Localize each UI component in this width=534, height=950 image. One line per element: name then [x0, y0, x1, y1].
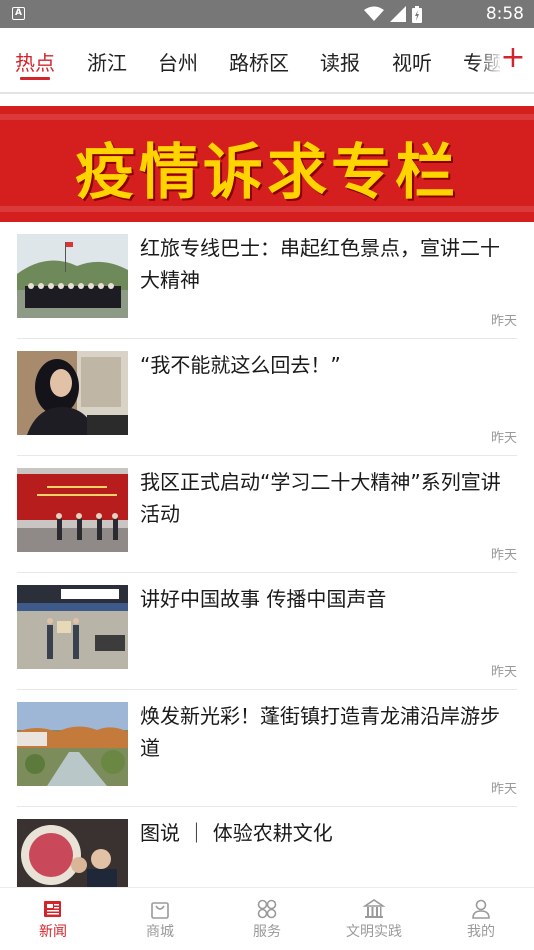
news-title: 图说 ｜ 体验农耕文化 [140, 821, 333, 845]
channel-tabs: 热点 浙江 台州 路桥区 读报 视听 专题 + [0, 28, 534, 94]
news-item[interactable]: “我不能就这么回去！” 昨天 [0, 339, 534, 456]
active-tab-indicator [20, 77, 50, 80]
tab-luqiao[interactable]: 路桥区 [229, 47, 289, 76]
tab-newspaper[interactable]: 读报 [320, 47, 360, 76]
tab-audio-video[interactable]: 视听 [392, 47, 432, 76]
nav-service[interactable]: 服务 [214, 888, 320, 950]
status-bar: A 8:58 [0, 0, 534, 28]
nav-label: 商城 [146, 924, 174, 940]
status-icons [364, 5, 422, 23]
battery-icon [412, 5, 422, 23]
add-channel-button[interactable]: + [500, 43, 526, 75]
bottom-navigation: 新闻 商城 服务 文明实践 我的 [0, 887, 534, 950]
news-item[interactable]: 我区正式启动“学习二十大精神”系列宣讲活动 昨天 [0, 456, 534, 573]
notification-icon: A [12, 7, 25, 20]
clock: 8:58 [485, 4, 524, 24]
news-time: 昨天 [490, 431, 517, 446]
news-title: “我不能就这么回去！” [140, 353, 341, 377]
news-thumbnail [17, 585, 128, 669]
news-thumbnail [17, 351, 128, 435]
person-icon [472, 899, 490, 919]
tab-taizhou[interactable]: 台州 [158, 47, 198, 76]
news-time: 昨天 [490, 314, 517, 329]
epidemic-banner[interactable]: 疫情诉求专栏 [0, 106, 534, 222]
news-item[interactable]: 红旅专线巴士：串起红色景点，宣讲二十大精神 昨天 [0, 222, 534, 339]
news-thumbnail [17, 234, 128, 318]
news-thumbnail [17, 468, 128, 552]
news-title: 红旅专线巴士：串起红色景点，宣讲二十大精神 [140, 236, 500, 292]
building-icon [363, 899, 385, 918]
news-item[interactable]: 焕发新光彩！蓬街镇打造青龙浦沿岸游步道 昨天 [0, 690, 534, 807]
news-time: 昨天 [490, 782, 517, 797]
nav-label: 服务 [253, 924, 281, 940]
news-title: 焕发新光彩！蓬街镇打造青龙浦沿岸游步道 [140, 704, 500, 760]
nav-label: 我的 [467, 924, 495, 940]
nav-label: 文明实践 [346, 924, 402, 940]
news-title: 讲好中国故事 传播中国声音 [140, 587, 387, 611]
nav-mine[interactable]: 我的 [428, 888, 534, 950]
newspaper-icon [44, 901, 61, 917]
shopping-bag-icon [151, 902, 169, 919]
news-item[interactable]: 讲好中国故事 传播中国声音 昨天 [0, 573, 534, 690]
nav-label: 新闻 [39, 924, 67, 940]
news-time: 昨天 [490, 548, 517, 563]
nav-mall[interactable]: 商城 [107, 888, 213, 950]
grid-circles-icon [257, 899, 277, 919]
banner-title: 疫情诉求专栏 [75, 138, 459, 208]
tab-hot[interactable]: 热点 [15, 47, 55, 76]
nav-civilization[interactable]: 文明实践 [321, 888, 427, 950]
nav-news[interactable]: 新闻 [0, 888, 106, 950]
tab-zhejiang[interactable]: 浙江 [87, 47, 127, 76]
wifi-icon [364, 6, 384, 21]
signal-icon [390, 6, 406, 22]
news-title: 我区正式启动“学习二十大精神”系列宣讲活动 [140, 470, 501, 526]
news-time: 昨天 [490, 665, 517, 680]
news-thumbnail [17, 702, 128, 786]
